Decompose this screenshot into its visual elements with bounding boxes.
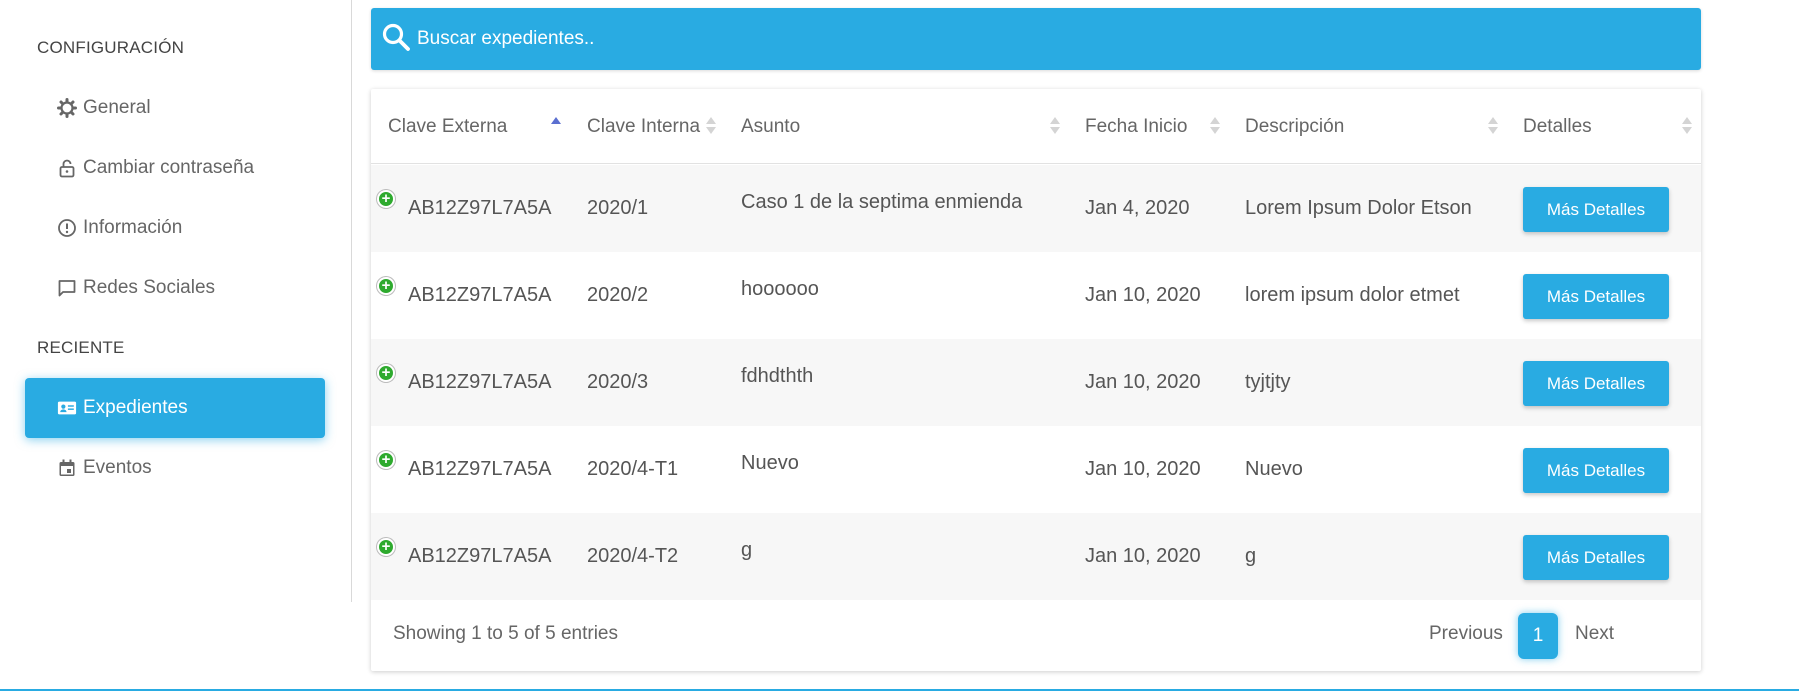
cell-clave-interna: 2020/3 <box>587 371 649 393</box>
column-header-clave-interna[interactable]: Clave Interna <box>587 89 700 164</box>
mas-detalles-button[interactable]: Más Detalles <box>1523 361 1669 406</box>
sidebar-item-redes-sociales[interactable]: Redes Sociales <box>25 258 325 318</box>
cell-clave-externa: AB12Z97L7A5A <box>408 197 552 219</box>
sidebar-item-label: Expedientes <box>83 397 188 418</box>
pagination-previous[interactable]: Previous <box>1429 623 1503 645</box>
table-row: + AB12Z97L7A5A 2020/3 fdhdthth Jan 10, 2… <box>371 339 1701 426</box>
cell-descripcion: lorem ipsum dolor etmet <box>1245 284 1460 306</box>
mas-detalles-button[interactable]: Más Detalles <box>1523 448 1669 493</box>
cell-asunto: Nuevo <box>741 452 799 474</box>
sidebar-item-label: Eventos <box>83 457 152 478</box>
entries-info: Showing 1 to 5 of 5 entries <box>393 623 618 644</box>
column-header-clave-externa[interactable]: Clave Externa <box>388 89 507 164</box>
mas-detalles-button[interactable]: Más Detalles <box>1523 274 1669 319</box>
id-card-icon <box>57 398 77 418</box>
sort-icon[interactable] <box>1050 117 1060 137</box>
cell-fecha-inicio: Jan 10, 2020 <box>1085 284 1201 306</box>
sort-asc-icon[interactable] <box>551 117 561 137</box>
gear-icon <box>57 98 77 118</box>
sort-icon[interactable] <box>1682 117 1692 137</box>
sidebar-item-general[interactable]: General <box>25 78 325 138</box>
sidebar-item-eventos[interactable]: Eventos <box>25 438 325 498</box>
sidebar-item-cambiar-contrasena[interactable]: Cambiar contraseña <box>25 138 325 198</box>
expand-row-icon[interactable]: + <box>377 451 395 469</box>
cell-clave-interna: 2020/4-T1 <box>587 458 679 480</box>
table-row: + AB12Z97L7A5A 2020/1 Caso 1 de la septi… <box>371 165 1701 252</box>
info-icon <box>57 218 77 238</box>
sidebar-item-expedientes[interactable]: Expedientes <box>25 378 325 438</box>
cell-asunto: g <box>741 539 753 561</box>
mas-detalles-button[interactable]: Más Detalles <box>1523 535 1669 580</box>
section-title-reciente: RECIENTE <box>37 338 125 357</box>
pagination-page-1[interactable]: 1 <box>1518 613 1558 659</box>
sort-icon[interactable] <box>706 117 716 137</box>
search-icon[interactable] <box>381 22 411 57</box>
cell-clave-externa: AB12Z97L7A5A <box>408 458 552 480</box>
cell-clave-interna: 2020/4-T2 <box>587 545 679 567</box>
pagination-next[interactable]: Next <box>1575 623 1614 645</box>
cell-descripcion: Nuevo <box>1245 458 1303 480</box>
table-row: + AB12Z97L7A5A 2020/2 hoooooo Jan 10, 20… <box>371 252 1701 339</box>
column-header-detalles[interactable]: Detalles <box>1523 89 1592 164</box>
expedientes-table: Clave Externa Clave Interna Asunto Fecha… <box>371 89 1701 671</box>
sidebar-item-label: Cambiar contraseña <box>83 157 255 178</box>
column-header-asunto[interactable]: Asunto <box>741 89 800 164</box>
cell-fecha-inicio: Jan 10, 2020 <box>1085 458 1201 480</box>
expand-row-icon[interactable]: + <box>377 190 395 208</box>
cell-fecha-inicio: Jan 10, 2020 <box>1085 371 1201 393</box>
section-title-configuracion: CONFIGURACIÓN <box>37 38 185 57</box>
sidebar: CONFIGURACIÓN General Cambiar contraseña… <box>0 0 352 602</box>
cell-descripcion: Lorem Ipsum Dolor Etson <box>1245 197 1472 219</box>
calendar-icon <box>57 458 77 478</box>
cell-clave-interna: 2020/1 <box>587 197 649 219</box>
sidebar-item-label: Redes Sociales <box>83 277 216 298</box>
mas-detalles-button[interactable]: Más Detalles <box>1523 187 1669 232</box>
sidebar-item-label: Información <box>83 217 183 238</box>
sort-icon[interactable] <box>1488 117 1498 137</box>
column-header-fecha-inicio[interactable]: Fecha Inicio <box>1085 89 1187 164</box>
search-bar <box>371 8 1701 70</box>
cell-fecha-inicio: Jan 10, 2020 <box>1085 545 1201 567</box>
column-header-descripcion[interactable]: Descripción <box>1245 89 1344 164</box>
expand-row-icon[interactable]: + <box>377 277 395 295</box>
search-input[interactable] <box>417 28 1617 50</box>
cell-asunto: fdhdthth <box>741 365 814 387</box>
sort-icon[interactable] <box>1210 117 1220 137</box>
cell-clave-interna: 2020/2 <box>587 284 649 306</box>
chat-icon <box>57 278 77 298</box>
cell-clave-externa: AB12Z97L7A5A <box>408 371 552 393</box>
cell-asunto: Caso 1 de la septima enmienda <box>741 191 1023 213</box>
cell-asunto: hoooooo <box>741 278 819 300</box>
cell-clave-externa: AB12Z97L7A5A <box>408 284 552 306</box>
table-header: Clave Externa Clave Interna Asunto Fecha… <box>371 89 1701 164</box>
table-row: + AB12Z97L7A5A 2020/4-T1 Nuevo Jan 10, 2… <box>371 426 1701 513</box>
sidebar-item-label: General <box>83 97 151 118</box>
cell-clave-externa: AB12Z97L7A5A <box>408 545 552 567</box>
cell-descripcion: g <box>1245 545 1257 567</box>
expand-row-icon[interactable]: + <box>377 538 395 556</box>
expand-row-icon[interactable]: + <box>377 364 395 382</box>
sidebar-item-informacion[interactable]: Información <box>25 198 325 258</box>
table-row: + AB12Z97L7A5A 2020/4-T2 g Jan 10, 2020 … <box>371 513 1701 600</box>
cell-fecha-inicio: Jan 4, 2020 <box>1085 197 1190 219</box>
cell-descripcion: tyjtjty <box>1245 371 1291 393</box>
lock-icon <box>57 158 77 178</box>
table-footer: Showing 1 to 5 of 5 entries Previous 1 N… <box>371 599 1701 671</box>
